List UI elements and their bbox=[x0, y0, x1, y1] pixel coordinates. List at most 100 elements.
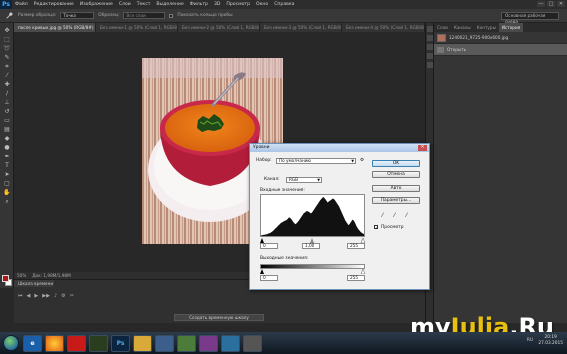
lasso-tool-icon[interactable]: ➰ bbox=[2, 44, 12, 53]
menu-window[interactable]: Окно bbox=[253, 2, 271, 7]
dialog-title-bar[interactable]: Уровни ✕ bbox=[250, 144, 429, 152]
close-icon[interactable]: ✕ bbox=[418, 145, 427, 151]
clock[interactable]: 20:19 27.03.2015 bbox=[538, 335, 563, 347]
tab-channels[interactable]: Каналы bbox=[451, 23, 474, 32]
menu-select[interactable]: Выделение bbox=[153, 2, 186, 7]
app-icon[interactable] bbox=[155, 334, 174, 352]
tab-layers[interactable]: Слои bbox=[434, 23, 451, 32]
channel-select[interactable]: RGB ▼ bbox=[286, 177, 322, 183]
workspace-select[interactable]: Основная рабочая среда bbox=[501, 12, 559, 24]
menu-help[interactable]: Справка bbox=[271, 2, 297, 7]
preset-select[interactable]: По умолчанию ▼ bbox=[276, 158, 356, 164]
black-eyedropper-icon[interactable]: ⁄ bbox=[382, 213, 388, 219]
snapshot-thumbnail bbox=[437, 33, 446, 42]
brush-tool-icon[interactable]: ∕ bbox=[2, 89, 12, 98]
firefox-icon[interactable] bbox=[45, 334, 64, 352]
eraser-tool-icon[interactable]: ▭ bbox=[2, 116, 12, 125]
sample-size-select[interactable]: Точка bbox=[60, 12, 95, 19]
first-frame-icon[interactable]: ⏮ bbox=[18, 293, 23, 299]
eyedropper-tool-icon[interactable] bbox=[4, 11, 14, 20]
output-white-field[interactable]: 255 bbox=[347, 275, 365, 281]
doc-tab[interactable]: Без имени-3 @ 50% (Слой 1, RGB/8) * bbox=[260, 23, 342, 32]
healing-tool-icon[interactable]: ✚ bbox=[2, 80, 12, 89]
crop-tool-icon[interactable]: ⌗ bbox=[2, 62, 12, 71]
cut-icon[interactable]: ✂ bbox=[70, 293, 74, 299]
zoom-tool-icon[interactable]: ⌕ bbox=[2, 197, 12, 206]
history-item-label: 1240021_9725-900x600.jpg bbox=[449, 35, 509, 40]
doc-tab[interactable]: Без имени-4 @ 50% (Слой 1, RGB/8) * bbox=[342, 23, 425, 32]
input-gamma-field[interactable]: 1,00 bbox=[302, 243, 320, 249]
history-step-open[interactable]: Открыть bbox=[434, 44, 567, 56]
app-icon[interactable] bbox=[177, 334, 196, 352]
sample-label: Образец: bbox=[98, 13, 120, 18]
doc-tab[interactable]: Без имени-1 @ 50% (Слой 1, RGB/8) * bbox=[96, 23, 178, 32]
preview-checkbox[interactable]: ✓ bbox=[374, 225, 378, 230]
options-button[interactable]: Параметры... bbox=[372, 197, 420, 204]
icq-icon[interactable] bbox=[89, 334, 108, 352]
close-window-button[interactable]: ✕ bbox=[557, 1, 565, 7]
doc-tab-active[interactable]: после кривых.jpg @ 50% (RGB/8#) * bbox=[14, 23, 96, 32]
folder-icon[interactable] bbox=[133, 334, 152, 352]
clone-stamp-tool-icon[interactable]: ⊥ bbox=[2, 98, 12, 107]
prev-frame-icon[interactable]: ◀ bbox=[27, 293, 31, 299]
dodge-tool-icon[interactable]: ● bbox=[2, 143, 12, 152]
menu-view[interactable]: Просмотр bbox=[223, 2, 253, 7]
minimize-button[interactable]: — bbox=[537, 1, 545, 7]
menu-3d[interactable]: 3D bbox=[211, 2, 223, 7]
doc-tab[interactable]: Без имени-2 @ 50% (Слой 1, RGB/8) * bbox=[178, 23, 260, 32]
input-black-field[interactable]: 0 bbox=[260, 243, 278, 249]
photoshop-taskbar-icon[interactable]: Ps bbox=[111, 334, 130, 352]
menu-filter[interactable]: Фильтр bbox=[187, 2, 211, 7]
eyedropper-icon[interactable]: ⁄ bbox=[2, 71, 12, 80]
type-tool-icon[interactable]: T bbox=[2, 161, 12, 170]
history-brush-tool-icon[interactable]: ↺ bbox=[2, 107, 12, 116]
audio-icon[interactable]: ♪ bbox=[54, 293, 57, 299]
blur-tool-icon[interactable]: ◆ bbox=[2, 134, 12, 143]
zoom-level[interactable]: 50% bbox=[17, 273, 26, 278]
tab-history[interactable]: История bbox=[498, 23, 524, 32]
app-icon[interactable] bbox=[221, 334, 240, 352]
app-icon[interactable] bbox=[199, 334, 218, 352]
play-icon[interactable]: ▶ bbox=[34, 293, 38, 299]
ok-button[interactable]: OK bbox=[372, 160, 420, 167]
white-eyedropper-icon[interactable]: ⁄ bbox=[406, 213, 412, 219]
timeline-title[interactable]: Шкала времени bbox=[14, 280, 54, 287]
preset-options-icon[interactable]: ⚙ bbox=[360, 158, 364, 163]
tab-paths[interactable]: Контуры bbox=[474, 23, 499, 32]
menu-file[interactable]: Файл bbox=[12, 2, 31, 7]
gradient-tool-icon[interactable]: ▤ bbox=[2, 125, 12, 134]
ie-icon[interactable]: e bbox=[23, 334, 42, 352]
menu-type[interactable]: Текст bbox=[134, 2, 154, 7]
history-snapshot[interactable]: 1240021_9725-900x600.jpg bbox=[434, 32, 567, 44]
menu-edit[interactable]: Редактирование bbox=[31, 2, 77, 7]
opera-icon[interactable] bbox=[67, 334, 86, 352]
language-indicator[interactable]: RU bbox=[527, 338, 533, 343]
open-document-icon bbox=[437, 46, 444, 53]
input-white-field[interactable]: 255 bbox=[347, 243, 365, 249]
quick-select-tool-icon[interactable]: ✎ bbox=[2, 53, 12, 62]
cancel-button[interactable]: Отмена bbox=[372, 171, 420, 178]
maximize-button[interactable]: □ bbox=[547, 1, 555, 7]
sample-select[interactable]: Все слои bbox=[123, 12, 166, 19]
app-icon[interactable] bbox=[243, 334, 262, 352]
create-timeline-button[interactable]: Создать временную шкалу bbox=[174, 314, 264, 321]
menu-layers[interactable]: Слои bbox=[116, 2, 134, 7]
menu-image[interactable]: Изображение bbox=[77, 2, 116, 7]
settings-icon[interactable]: ⚙ bbox=[61, 293, 65, 299]
gray-eyedropper-icon[interactable]: ⁄ bbox=[394, 213, 400, 219]
auto-button[interactable]: Авто bbox=[372, 185, 420, 192]
marquee-tool-icon[interactable]: ⬚ bbox=[2, 35, 12, 44]
pen-tool-icon[interactable]: ✒ bbox=[2, 152, 12, 161]
hand-tool-icon[interactable]: ✋ bbox=[2, 188, 12, 197]
move-tool-icon[interactable]: ✥ bbox=[2, 26, 12, 35]
next-frame-icon[interactable]: ▶▶ bbox=[42, 293, 50, 299]
output-black-slider[interactable] bbox=[260, 269, 264, 274]
path-select-tool-icon[interactable]: ➤ bbox=[2, 170, 12, 179]
show-ring-checkbox[interactable] bbox=[169, 13, 174, 18]
shape-tool-icon[interactable]: ▢ bbox=[2, 179, 12, 188]
output-black-field[interactable]: 0 bbox=[260, 275, 278, 281]
output-white-slider[interactable] bbox=[360, 269, 366, 274]
start-button[interactable] bbox=[3, 335, 19, 351]
levels-dialog: Уровни ✕ Набор: По умолчанию ▼ ⚙ Канал: … bbox=[249, 143, 430, 290]
foreground-color-swatch[interactable] bbox=[2, 275, 9, 282]
